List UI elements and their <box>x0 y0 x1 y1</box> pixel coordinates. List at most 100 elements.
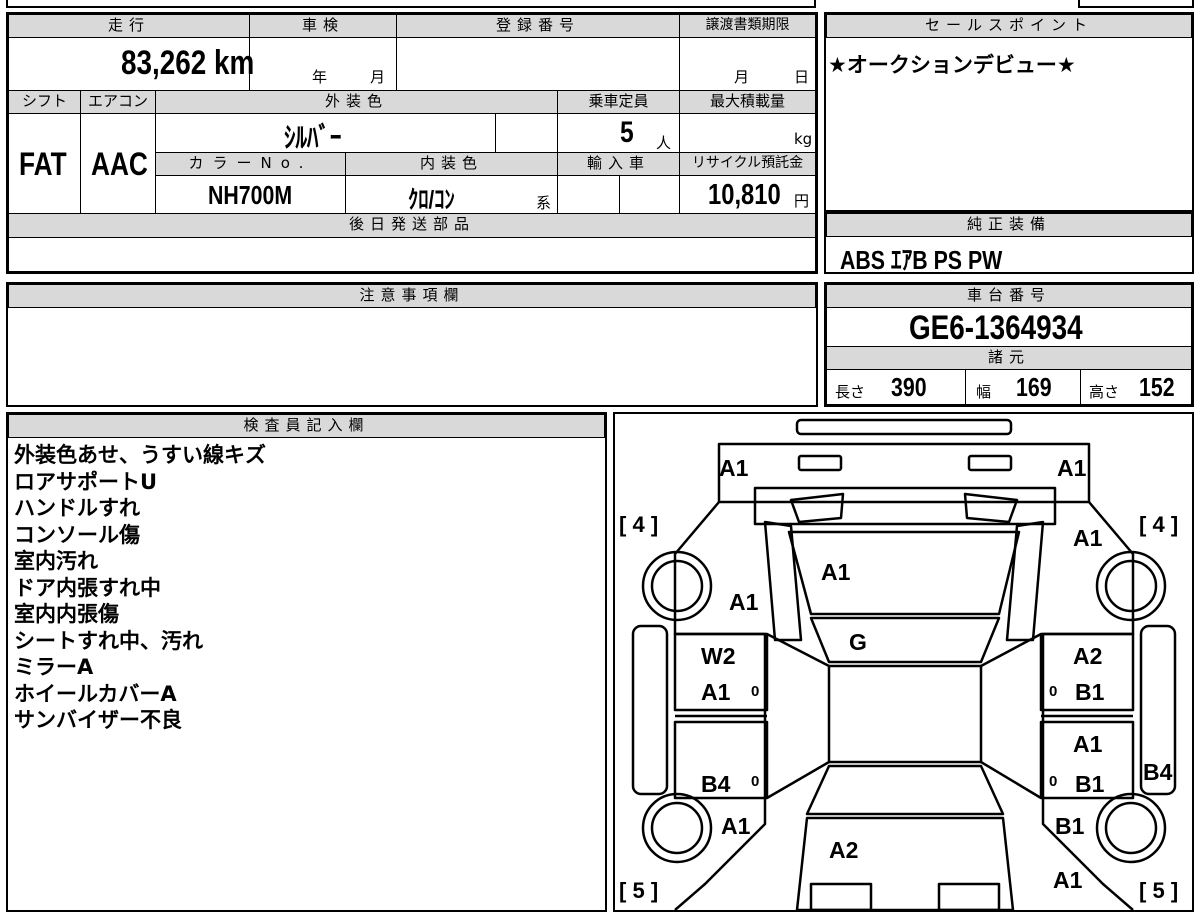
damage-mark: A2 <box>829 837 858 863</box>
inspection-year-unit: 年 <box>312 68 328 86</box>
inspector-note: コンソール傷 <box>14 522 140 547</box>
damage-mark: A1 <box>721 813 751 839</box>
transfer-deadline-header: 譲渡書類期限 <box>679 14 816 38</box>
equipment-header: 純正装備 <box>826 213 1192 237</box>
chassis-header: 車台番号 <box>826 284 1192 308</box>
recycle-fee-value: 10,810 <box>708 179 781 211</box>
equipment-panel: 純正装備 ABS ｴｱB PS PW <box>824 211 1194 275</box>
damage-mark: G <box>849 629 867 655</box>
spec-width-cell: 幅 169 <box>965 369 1081 405</box>
damage-mark: B1 <box>1075 679 1105 705</box>
spec-width-value: 169 <box>1016 372 1052 402</box>
later-parts-header: 後日発送部品 <box>8 213 816 238</box>
interior-color-suffix: 系 <box>536 194 552 212</box>
damage-mark: A1 <box>1053 867 1083 893</box>
inspection-month-unit: 月 <box>370 68 386 86</box>
damage-mark: B1 <box>1055 813 1085 839</box>
registration-header: 登録番号 <box>396 14 680 38</box>
inspection-header: 車検 <box>249 14 397 38</box>
vehicle-info-table: 走行 車検 登録番号 譲渡書類期限 83,262 km 年 月 月 日 シフト … <box>6 12 818 274</box>
caution-header: 注意事項欄 <box>8 284 816 308</box>
aircon-value: AAC <box>91 146 148 182</box>
rear-bumper-left <box>809 882 873 910</box>
tire-rear-right-label: [ 5 ] <box>1139 878 1178 903</box>
inspector-note: 外装色あせ、うすい線キズ <box>14 443 266 467</box>
inspector-note: ハンドルすれ <box>14 496 140 520</box>
later-parts-cell <box>8 237 816 272</box>
registration-cell <box>396 37 680 91</box>
shift-value: FAT <box>19 146 67 182</box>
color-no-header: カラーNo. <box>155 152 346 176</box>
shift-cell: FAT <box>8 113 81 214</box>
tire-rear-right-value: 5 <box>1152 878 1164 903</box>
inspector-notes: 外装色あせ、うすい線キズ ロアサポートU ハンドルすれ コンソール傷 室内汚れ … <box>14 442 266 734</box>
recycle-fee-header: リサイクル預託金 <box>679 152 816 176</box>
zero-mark: 0 <box>1049 773 1057 790</box>
zero-mark: 0 <box>1049 683 1057 700</box>
spec-width-label: 幅 <box>976 383 992 401</box>
damage-mark: A1 <box>1073 525 1103 551</box>
damage-mark: B4 <box>1143 759 1173 785</box>
right-mirror-area <box>1005 520 1045 642</box>
damage-mark: A1 <box>1057 455 1087 481</box>
caution-panel: 注意事項欄 <box>6 282 818 407</box>
equipment-text: ABS ｴｱB PS PW <box>840 245 1003 275</box>
specs-header: 諸元 <box>826 346 1192 370</box>
color-no-cell: NH700M <box>155 175 346 214</box>
recycle-fee-unit: 円 <box>794 192 810 210</box>
damage-mark: B4 <box>701 771 731 797</box>
spec-height-label: 高さ <box>1089 383 1120 401</box>
interior-color-header: 内装色 <box>345 152 558 176</box>
front-bumper-shape <box>717 442 1091 504</box>
top-strip-right <box>1078 0 1194 8</box>
left-lamp-shape <box>789 492 845 524</box>
inspector-note: ドア内張すれ中 <box>14 575 161 600</box>
windshield-shape <box>809 616 1001 664</box>
zero-mark: 0 <box>751 773 759 790</box>
rear-glass-shape <box>805 764 1005 816</box>
tire-front-left-label: [ 4 ] <box>619 512 658 537</box>
damage-mark: A1 <box>729 589 759 615</box>
tire-rear-left-label: [ 5 ] <box>619 878 658 903</box>
right-headlight-shape <box>967 454 1013 472</box>
tailgate-shape <box>795 816 1015 910</box>
damage-mark: A2 <box>1073 643 1102 669</box>
inspection-cell: 年 月 <box>249 37 397 91</box>
spec-length-value: 390 <box>891 372 927 402</box>
deadline-month-unit: 月 <box>734 68 750 86</box>
interior-color-value: ｸﾛ/ｺﾝ <box>408 186 455 214</box>
right-lamp-shape <box>963 492 1019 524</box>
capacity-value: 5 <box>620 116 634 149</box>
deadline-day-unit: 日 <box>794 68 810 86</box>
recycle-fee-cell: 10,810 円 <box>679 175 816 214</box>
capacity-unit: 人 <box>656 134 672 152</box>
left-rocker-shape <box>631 624 669 796</box>
mileage-header: 走行 <box>8 14 250 38</box>
inspector-note: 室内内張傷 <box>14 602 119 626</box>
car-diagram: [ 4 ] [ 4 ] [ 5 ] [ 5 ] A1 A1 A1 A1 A1 G… <box>619 418 1178 910</box>
exterior-color-header: 外装色 <box>155 90 558 114</box>
exterior-color-extra-cell <box>495 113 558 153</box>
left-headlight-shape <box>797 454 843 472</box>
damage-mark: A1 <box>1073 731 1103 757</box>
aircon-cell: AAC <box>80 113 156 214</box>
inspector-note: ホイールカバーA <box>14 681 177 706</box>
chassis-panel: 車台番号 GE6-1364934 諸元 長さ 390 幅 169 高さ 152 <box>824 282 1194 407</box>
exterior-color-value: ｼﾙﾊﾞｰ <box>284 122 342 153</box>
damage-mark: A1 <box>719 455 749 481</box>
damage-mark: A1 <box>821 559 851 585</box>
chassis-number-cell: GE6-1364934 <box>826 307 1192 347</box>
import-cell-b <box>619 175 680 214</box>
front-grille-shape <box>795 418 1013 436</box>
damage-mark: B1 <box>1075 771 1105 797</box>
sales-point-header: セールスポイント <box>826 14 1192 38</box>
inspector-note: シートすれ中、汚れ <box>14 628 203 653</box>
max-load-header: 最大積載量 <box>679 90 816 114</box>
sales-point-panel: セールスポイント ★オークションデビュー★ <box>824 12 1194 212</box>
left-mirror-area <box>763 520 803 642</box>
transfer-deadline-cell: 月 日 <box>679 37 816 91</box>
mileage-cell: 83,262 km <box>8 37 254 91</box>
max-load-unit: kg <box>794 130 813 148</box>
import-header: 輸入車 <box>557 152 680 176</box>
max-load-cell: kg <box>679 113 816 153</box>
